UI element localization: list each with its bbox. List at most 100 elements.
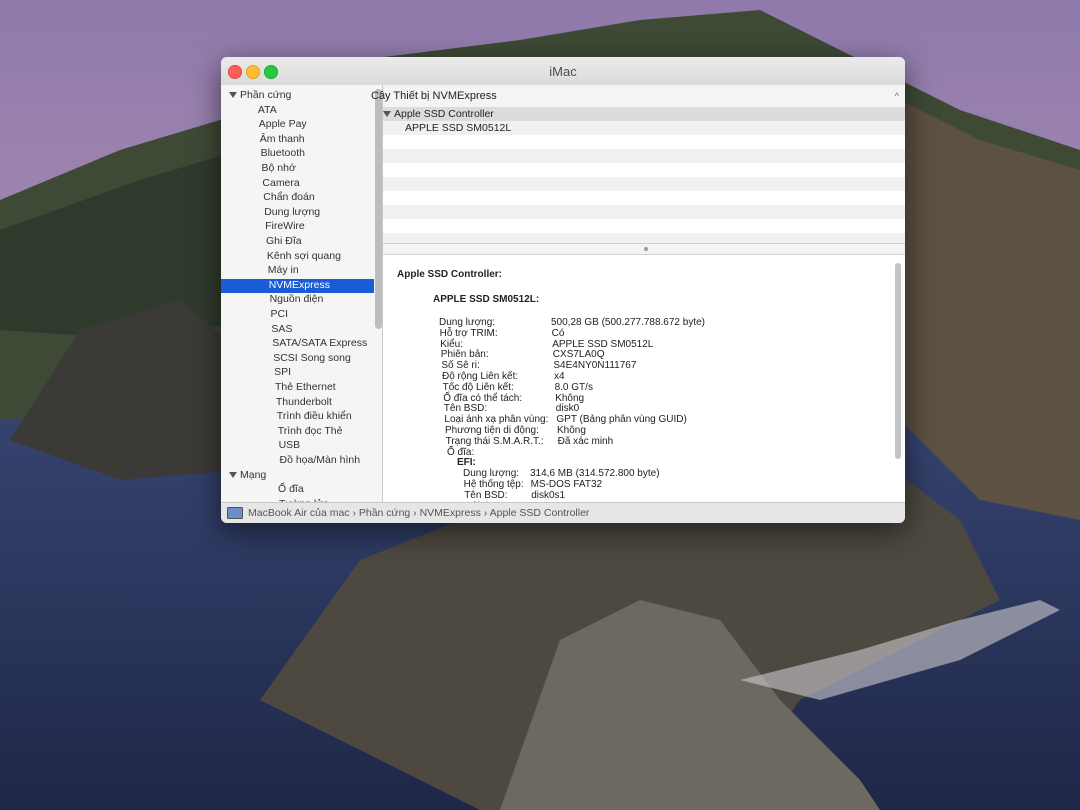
sidebar-item-label: Trình đọc Thẻ <box>277 424 343 437</box>
sidebar-item-label: ATA <box>257 103 277 116</box>
sidebar-item-label: Chẩn đoán <box>263 191 315 204</box>
sidebar-item[interactable]: Dung lượng <box>221 206 374 220</box>
sidebar-item[interactable]: Máy in <box>221 264 374 278</box>
efi-detail-value: 314,6 MB (314.572.800 byte) <box>530 468 660 480</box>
sidebar-item[interactable]: SAS <box>221 323 374 337</box>
detail-value: GPT (Bảng phân vùng GUID) <box>556 414 687 426</box>
detail-value: Không <box>555 392 585 404</box>
tree-row-empty <box>383 219 905 233</box>
disclosure-triangle-icon[interactable] <box>229 92 237 99</box>
sidebar-item-label: Thunderbolt <box>275 395 332 408</box>
sidebar-item[interactable]: Ghi Đĩa <box>221 235 374 249</box>
sidebar-item-label: Phần cứng <box>240 89 292 101</box>
window-title: iMac <box>549 64 577 79</box>
sidebar-group[interactable]: Phần cứng <box>221 89 374 103</box>
sidebar-item[interactable]: USB <box>221 439 374 453</box>
sidebar-item[interactable]: SATA/SATA Express <box>221 337 374 351</box>
detail-key: Phiên bản: <box>440 349 489 361</box>
detail-key: Số Sê ri: <box>441 360 480 372</box>
sidebar-item[interactable]: Chẩn đoán <box>221 191 374 205</box>
tree-header[interactable]: Cây Thiết bị NVMExpress ^ <box>371 85 905 108</box>
sidebar-item-label: Đồ họa/Màn hình <box>279 454 361 466</box>
tree-row-empty <box>383 205 905 219</box>
title-bar[interactable]: iMac <box>221 57 905 86</box>
sidebar-item-label: Thẻ Ethernet <box>275 381 336 393</box>
system-information-window: iMac Phần cứng ATA Apple Pay Âm thanh Blueto… <box>221 57 905 523</box>
detail-key: Hỗ trợ TRIM: <box>439 327 498 339</box>
sidebar-item-label: PCI <box>270 308 289 320</box>
sidebar-item[interactable]: Âm thanh <box>221 133 374 147</box>
sidebar-item-label: Mạng <box>240 468 267 481</box>
sidebar-item[interactable]: Apple Pay <box>221 118 374 132</box>
sidebar-group[interactable]: Mạng <box>221 469 374 483</box>
sidebar-item[interactable]: FireWire <box>221 220 374 234</box>
detail-value: Đã xác minh <box>557 435 614 447</box>
sidebar-item[interactable]: Thunderbolt <box>221 396 374 410</box>
tree-row-empty <box>383 135 905 149</box>
detail-key: Tên BSD: <box>443 403 488 415</box>
sidebar-item-label: FireWire <box>265 220 305 233</box>
sidebar-item-label: SAS <box>271 322 293 335</box>
sidebar-item[interactable]: Bộ nhớ <box>221 162 374 176</box>
sidebar-item[interactable]: Kênh sợi quang <box>221 250 374 264</box>
sidebar-item[interactable]: SPI <box>221 366 374 380</box>
details-pane: Apple SSD Controller: APPLE SSD SM0512L:… <box>383 254 889 503</box>
detail-key: Kiểu: <box>440 338 463 350</box>
sidebar-item-label: SATA/SATA Express <box>272 337 368 350</box>
tree-controller-label: Apple SSD Controller <box>394 108 494 120</box>
sidebar-item-label: USB <box>278 439 301 452</box>
sidebar-item-label: SPI <box>274 366 292 379</box>
detail-value: Không <box>557 425 586 436</box>
sidebar-item[interactable]: Thẻ Ethernet <box>221 381 374 395</box>
tree-row-empty <box>383 177 905 191</box>
breadcrumb-path: MacBook Air của mac › Phần cứng › NVMExp… <box>248 507 590 519</box>
detail-value: Có <box>551 327 565 339</box>
detail-value: disk0 <box>555 403 580 415</box>
sidebar-item[interactable]: ATA <box>221 104 374 118</box>
sidebar-item[interactable]: PCI <box>221 308 374 322</box>
detail-value: S4E4NY0N111767 <box>553 360 637 372</box>
sidebar-item[interactable]: Đồ họa/Màn hình <box>221 454 374 468</box>
sidebar-item-label: Bluetooth <box>260 147 305 160</box>
detail-efi-label: EFI: <box>457 457 476 469</box>
tree-device-label: APPLE SSD SM0512L <box>405 122 512 134</box>
sidebar-item[interactable]: Ổ đĩa <box>221 483 374 497</box>
chevron-up-icon[interactable]: ^ <box>895 85 899 107</box>
sidebar-item-label: Âm thanh <box>259 132 305 145</box>
sidebar-item[interactable]: SCSI Song song <box>221 352 374 366</box>
detail-key: Độ rộng Liên kết: <box>442 371 519 382</box>
sidebar-item-label: Kênh sợi quang <box>266 249 341 262</box>
sidebar-item-label: Bộ nhớ <box>261 162 296 174</box>
sidebar-item[interactable]: Nguồn điện <box>221 293 374 307</box>
details-scrollbar[interactable] <box>895 263 901 459</box>
splitter-handle-icon[interactable] <box>644 247 648 251</box>
sidebar-scrollbar[interactable] <box>375 89 382 329</box>
sidebar-item[interactable]: NVMExpress <box>221 278 374 293</box>
efi-detail-value: MS-DOS FAT32 <box>530 479 603 490</box>
detail-value: 8.0 GT/s <box>554 381 593 393</box>
sidebar-item[interactable]: Trình đọc Thẻ <box>221 425 374 439</box>
sidebar-item[interactable]: Camera <box>221 177 374 191</box>
detail-key: Ổ đĩa có thể tách: <box>443 392 523 404</box>
efi-detail-key: Dung lượng: <box>463 468 520 480</box>
sidebar-item-label: Dung lượng <box>264 205 321 218</box>
efi-detail-key: Hệ thống tệp: <box>463 479 524 490</box>
tree-row-empty <box>383 163 905 177</box>
disclosure-triangle-icon[interactable] <box>229 471 237 478</box>
sidebar-item-label: Apple Pay <box>258 118 307 131</box>
tree-row-controller[interactable]: Apple SSD Controller <box>383 107 905 121</box>
sidebar-item-label: Trình điều khiển <box>276 410 352 423</box>
detail-device-heading: APPLE SSD SM0512L: <box>433 294 540 305</box>
tree-row-device[interactable]: APPLE SSD SM0512L <box>383 121 905 135</box>
efi-detail-value: disk0s1 <box>531 489 566 501</box>
sidebar-item[interactable]: Trình điều khiển <box>221 410 374 424</box>
main-pane: Cây Thiết bị NVMExpress ^ Apple SSD Cont… <box>371 85 905 503</box>
sidebar-item-label: Ổ đĩa <box>278 483 304 496</box>
detail-key: Trạng thái S.M.A.R.T.: <box>445 435 544 447</box>
disclosure-triangle-icon[interactable] <box>383 111 391 118</box>
sidebar-item-label: NVMExpress <box>268 278 330 291</box>
sidebar-item-label: SCSI Song song <box>273 351 351 364</box>
sidebar-item-label: Camera <box>262 176 300 189</box>
sidebar-item-label: Ghi Đĩa <box>266 235 302 247</box>
sidebar-item[interactable]: Bluetooth <box>221 147 374 161</box>
